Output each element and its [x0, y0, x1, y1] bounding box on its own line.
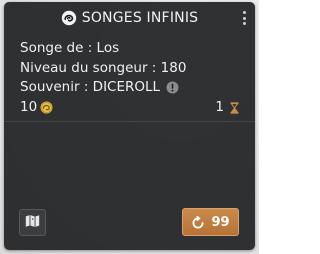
divider — [4, 121, 255, 122]
dreamer-line: Songe de : Los — [20, 39, 239, 59]
kebab-menu-icon[interactable] — [242, 11, 246, 25]
map-icon — [25, 213, 40, 232]
memory-text: Souvenir : DICEROLL — [20, 79, 161, 95]
hourglass-icon — [230, 101, 239, 114]
swirl-icon — [61, 10, 77, 26]
gold-swirl-coin-icon — [40, 101, 53, 114]
refresh-swirl-icon — [191, 215, 205, 229]
dreamer-level-line: Niveau du songeur : 180 — [20, 59, 239, 79]
dreamer-text: Songe de : Los — [20, 40, 120, 56]
memory-line: Souvenir : DICEROLL — [20, 78, 239, 98]
action-value: 99 — [211, 214, 230, 230]
refresh-action-button[interactable]: 99 — [182, 208, 239, 236]
tokens-value: 10 — [20, 98, 38, 115]
warning-icon[interactable] — [166, 81, 179, 94]
dreamer-level-text: Niveau du songeur : 180 — [20, 59, 187, 76]
dream-info: Songe de : Los Niveau du songeur : 180 S… — [20, 39, 239, 117]
map-button[interactable] — [19, 209, 46, 236]
dream-panel: SONGES INFINIS Songe de : Los Niveau du … — [4, 2, 255, 250]
panel-title: SONGES INFINIS — [81, 9, 199, 26]
tokens-stat: 10 — [20, 98, 53, 118]
stats-row: 10 1 — [20, 98, 239, 118]
turns-value: 1 — [215, 98, 224, 115]
panel-header: SONGES INFINIS — [4, 2, 255, 33]
turns-stat: 1 — [215, 98, 239, 118]
